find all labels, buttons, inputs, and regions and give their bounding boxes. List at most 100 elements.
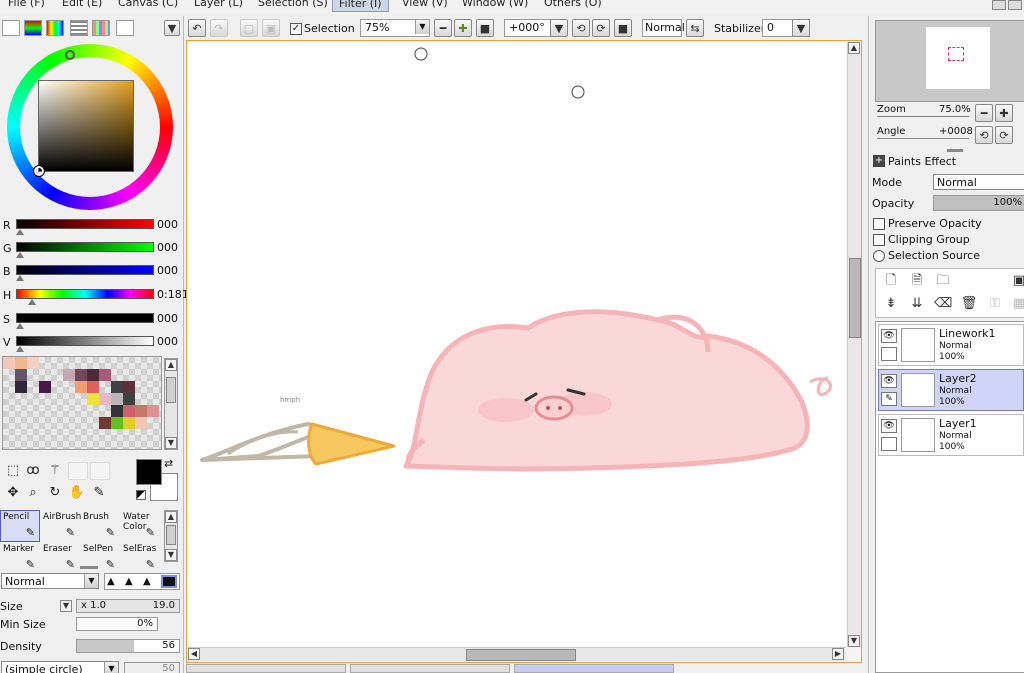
slider-handle[interactable] <box>28 299 36 305</box>
palette-mode-button[interactable] <box>92 20 110 36</box>
color-swatch[interactable] <box>111 405 123 417</box>
preserve-opacity-checkbox[interactable] <box>873 218 885 230</box>
transfer-down-icon[interactable]: ⇟ <box>882 295 900 313</box>
selection-checkbox[interactable]: ✓ <box>290 23 302 35</box>
color-swatch[interactable] <box>87 381 99 393</box>
scroll-up-icon[interactable]: ▲ <box>165 511 177 523</box>
color-swatch[interactable] <box>123 405 135 417</box>
slider-track[interactable] <box>16 336 154 346</box>
hand-icon[interactable]: ✋ <box>68 484 86 502</box>
nav-zoom-out-button[interactable]: ━ <box>975 104 993 122</box>
slider-track[interactable] <box>16 313 154 323</box>
stabilizer-dropdown[interactable]: ▼ <box>792 19 810 37</box>
drawing-canvas[interactable]: hmph <box>188 42 846 646</box>
brush-marker[interactable]: Marker ✎ <box>0 542 40 574</box>
nav-rotate-left-button[interactable]: ⟲ <box>975 126 993 144</box>
color-swatch[interactable] <box>3 357 15 369</box>
reset-colors-icon[interactable] <box>136 490 146 500</box>
color-swatch[interactable] <box>111 417 123 429</box>
slider-track[interactable] <box>16 219 154 229</box>
eyedropper-icon[interactable]: ✎ <box>90 484 108 502</box>
color-swatch[interactable] <box>39 381 51 393</box>
slider-handle[interactable] <box>16 229 24 235</box>
color-swatch[interactable] <box>99 369 111 381</box>
size-field[interactable]: x 1.0 19.0 <box>76 599 180 613</box>
brush-shape-medium-icon[interactable]: ▲ <box>125 576 133 587</box>
layer-mode-select[interactable]: Normal <box>933 174 1024 190</box>
nav-rotate-right-button[interactable]: ⟳ <box>995 126 1013 144</box>
panel-grip[interactable] <box>947 149 963 152</box>
scroll-up-icon[interactable]: ▲ <box>165 359 177 371</box>
zoom-in-button[interactable]: ✚ <box>454 19 472 37</box>
panel-menu-button[interactable]: ▼ <box>164 20 180 36</box>
delete-layer-icon[interactable]: 🗑 <box>960 295 978 313</box>
horizontal-scroll-thumb[interactable] <box>466 649 576 661</box>
layer-lock-box[interactable] <box>881 437 897 451</box>
brush-shape-selector[interactable]: ▲ ▲ ▲ <box>104 573 180 590</box>
blend-mode-field[interactable]: Normal <box>642 19 685 37</box>
layer-options-icon[interactable]: ▣ <box>1010 272 1024 290</box>
clear-layer-icon[interactable]: ⌫ <box>934 295 952 313</box>
menu-others[interactable]: Others (O) <box>544 0 602 9</box>
color-swatch[interactable] <box>111 393 123 405</box>
rotate-right-button[interactable]: ⟳ <box>592 19 610 37</box>
scroll-thumb[interactable] <box>166 525 176 545</box>
expand-plus-icon[interactable]: + <box>873 155 885 167</box>
color-swatch[interactable] <box>123 417 135 429</box>
canvas-vertical-scrollbar[interactable]: ▲ ▼ <box>847 42 861 647</box>
brush-pencil[interactable]: Pencil ✎ <box>0 510 40 542</box>
color-swatch[interactable] <box>135 417 147 429</box>
color-swatch[interactable] <box>75 369 87 381</box>
visibility-eye-icon[interactable]: 👁 <box>881 374 897 388</box>
angle-dropdown[interactable]: ▼ <box>550 19 568 37</box>
brush-water-color[interactable]: Water Color ✎ <box>120 510 160 542</box>
move-icon[interactable]: ✥ <box>4 484 22 502</box>
slider-track[interactable] <box>16 265 154 275</box>
layer-row[interactable]: 👁 ✎ Layer2 Normal 100% <box>878 369 1024 411</box>
merge-down-icon[interactable]: ⇊ <box>908 295 926 313</box>
layer-lock-box[interactable] <box>881 347 897 361</box>
slider-r[interactable]: R 000 <box>0 217 184 237</box>
brush-scrollbar[interactable]: ▲ ▼ <box>164 510 178 562</box>
color-swatch[interactable] <box>111 381 123 393</box>
nav-zoom-slider[interactable] <box>877 116 969 117</box>
angle-select[interactable]: +000° <box>504 19 556 37</box>
swatch-scrollbar[interactable]: ▲ ▼ <box>164 358 178 450</box>
slider-handle[interactable] <box>16 275 24 281</box>
menu-canvas[interactable]: Canvas (C) <box>118 0 178 9</box>
minimize-button[interactable] <box>992 0 1006 10</box>
zoom-select[interactable]: 75% ▼ <box>360 19 430 37</box>
color-swatch[interactable] <box>123 381 135 393</box>
scroll-thumb[interactable] <box>166 377 176 403</box>
visibility-eye-icon[interactable]: 👁 <box>881 329 897 343</box>
brush-shape-hard-icon[interactable]: ▲ <box>107 576 115 587</box>
menu-filter[interactable]: Filter (I) <box>332 0 389 12</box>
scroll-down-icon[interactable]: ▼ <box>165 437 177 449</box>
vertical-scroll-thumb[interactable] <box>849 258 861 338</box>
color-swatch[interactable] <box>123 393 135 405</box>
color-swatch[interactable] <box>63 369 75 381</box>
slider-track[interactable] <box>16 242 154 252</box>
swap-colors-icon[interactable]: ⇄ <box>164 457 173 470</box>
menu-file[interactable]: File (F) <box>8 0 45 9</box>
slider-b[interactable]: B 000 <box>0 263 184 283</box>
scroll-down-icon[interactable]: ▼ <box>848 635 860 647</box>
document-tab[interactable] <box>186 664 346 673</box>
document-tab-active[interactable] <box>514 664 674 673</box>
restore-button[interactable] <box>1008 0 1022 10</box>
slider-track[interactable] <box>16 289 154 299</box>
scroll-down-icon[interactable]: ▼ <box>165 549 177 561</box>
slider-s[interactable]: S 000 <box>0 311 184 331</box>
nav-zoom-in-button[interactable]: ✚ <box>995 104 1013 122</box>
brush-eraser[interactable]: Eraser ✎ <box>40 542 80 574</box>
rgb-slider-mode-button[interactable] <box>24 20 42 36</box>
magic-wand-icon[interactable]: ⚚ <box>46 462 64 480</box>
visibility-eye-icon[interactable]: 👁 <box>881 419 897 433</box>
menu-window[interactable]: Window (W) <box>462 0 528 9</box>
color-swatch[interactable] <box>27 357 39 369</box>
selection-source-radio[interactable] <box>873 250 885 262</box>
brush-texture-select[interactable]: (simple circle) ▼ <box>1 661 119 673</box>
foreground-color-swatch[interactable] <box>136 459 162 485</box>
zoom-icon[interactable]: ⌕ <box>24 484 42 502</box>
menu-layer[interactable]: Layer (L) <box>194 0 243 9</box>
